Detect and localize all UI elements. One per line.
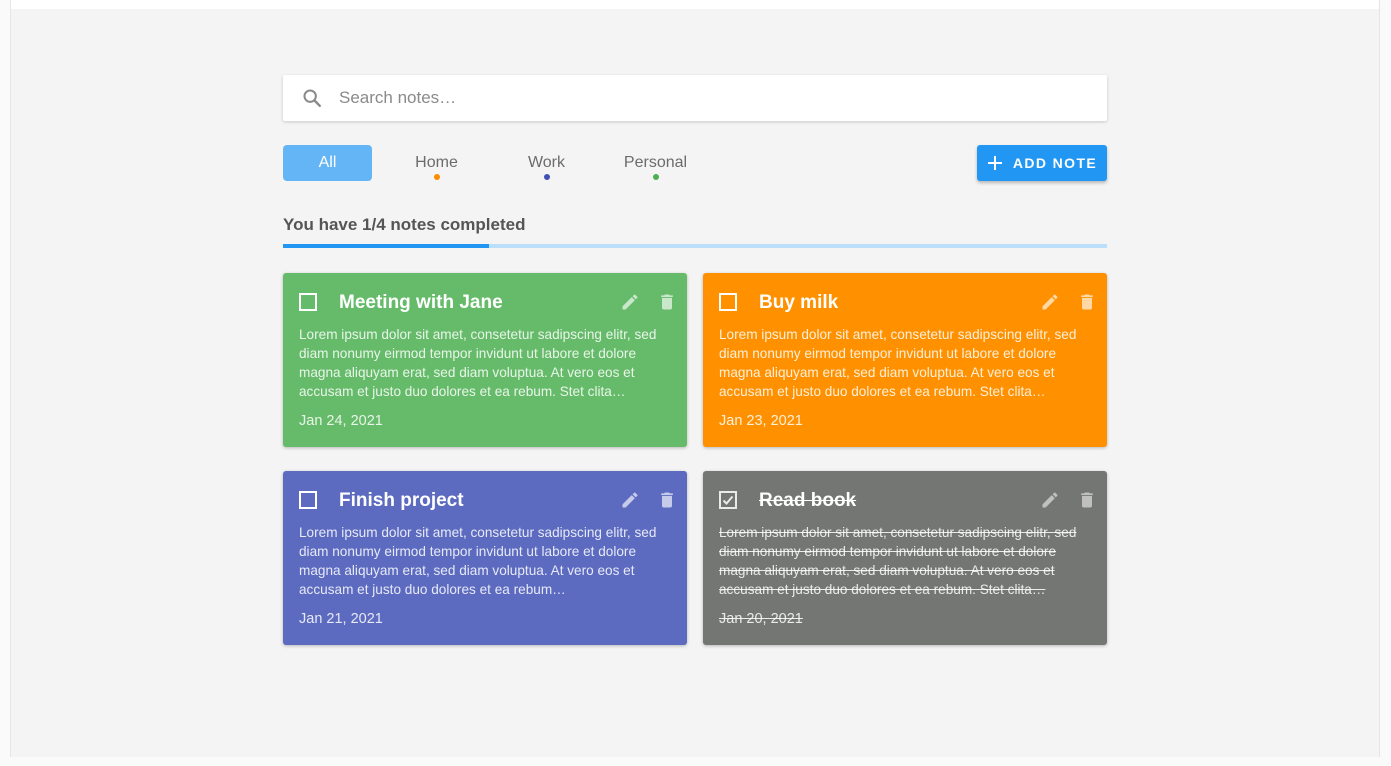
- note-date: Jan 23, 2021: [719, 413, 803, 429]
- note-card: Finish project Lorem ipsum dolor sit ame…: [283, 471, 687, 645]
- note-card: Read book Lorem ipsum dolor sit amet, co…: [703, 471, 1107, 645]
- note-date: Jan 24, 2021: [299, 413, 383, 429]
- app-frame: All Home Work Personal ADD NOTE You have…: [10, 0, 1380, 757]
- progress-text: You have 1/4 notes completed: [283, 215, 526, 234]
- note-title: Buy milk: [759, 292, 839, 313]
- checkbox-unchecked-icon[interactable]: [719, 293, 737, 311]
- top-strip: [11, 0, 1379, 9]
- personal-dot-icon: [652, 174, 659, 180]
- note-body: Lorem ipsum dolor sit amet, consetetur s…: [719, 525, 1077, 597]
- trash-icon[interactable]: [1077, 490, 1097, 510]
- filter-all[interactable]: All: [283, 145, 372, 181]
- home-dot-icon: [433, 174, 440, 180]
- note-card: Meeting with Jane Lorem ipsum dolor sit …: [283, 273, 687, 447]
- note-date: Jan 21, 2021: [299, 611, 383, 627]
- note-title: Finish project: [339, 490, 464, 511]
- work-dot-icon: [543, 174, 550, 180]
- add-note-button[interactable]: ADD NOTE: [977, 145, 1107, 181]
- note-card: Buy milk Lorem ipsum dolor sit amet, con…: [703, 273, 1107, 447]
- filter-home[interactable]: Home: [392, 145, 481, 181]
- filter-personal[interactable]: Personal: [611, 145, 700, 181]
- checkbox-unchecked-icon[interactable]: [299, 491, 317, 509]
- search-icon: [303, 89, 321, 107]
- checkbox-unchecked-icon[interactable]: [299, 293, 317, 311]
- plus-icon: [987, 156, 1002, 170]
- trash-icon[interactable]: [657, 490, 677, 510]
- note-body: Lorem ipsum dolor sit amet, consetetur s…: [299, 327, 657, 399]
- progress-bar: [283, 244, 1107, 248]
- checkbox-checked-icon[interactable]: [719, 491, 737, 509]
- filter-work-label: Work: [527, 154, 566, 171]
- filter-tabs: All Home Work Personal: [283, 145, 703, 181]
- pencil-icon[interactable]: [620, 292, 640, 312]
- note-date: Jan 20, 2021: [719, 611, 803, 627]
- filter-work[interactable]: Work: [502, 145, 591, 181]
- progress-fill: [283, 244, 489, 248]
- pencil-icon[interactable]: [1040, 490, 1060, 510]
- note-body: Lorem ipsum dolor sit amet, consetetur s…: [719, 327, 1077, 399]
- pencil-icon[interactable]: [1040, 292, 1060, 312]
- trash-icon[interactable]: [657, 292, 677, 312]
- note-body: Lorem ipsum dolor sit amet, consetetur s…: [299, 525, 657, 597]
- filter-home-label: Home: [415, 154, 458, 171]
- add-note-label: ADD NOTE: [1012, 155, 1098, 171]
- filter-all-label: All: [318, 154, 337, 171]
- search-input[interactable]: [337, 87, 1061, 109]
- note-title: Read book: [759, 490, 857, 511]
- trash-icon[interactable]: [1077, 292, 1097, 312]
- note-title: Meeting with Jane: [339, 292, 503, 313]
- filter-personal-label: Personal: [623, 154, 688, 171]
- pencil-icon[interactable]: [620, 490, 640, 510]
- search-bar[interactable]: [283, 75, 1107, 121]
